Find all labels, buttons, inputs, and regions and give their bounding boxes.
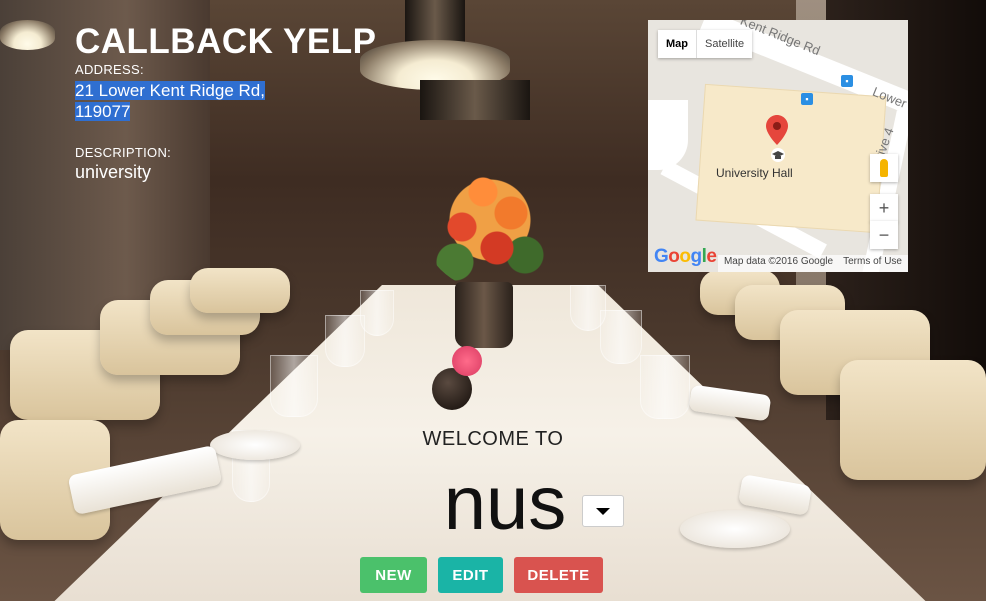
place-dropdown-button[interactable]: [582, 495, 625, 527]
zoom-in-button[interactable]: +: [870, 194, 898, 222]
terms-of-use-link[interactable]: Terms of Use: [843, 256, 902, 271]
action-buttons: NEW EDIT DELETE: [360, 557, 603, 593]
map-type-control: Map Satellite: [658, 30, 753, 58]
flower-arrangement: [420, 150, 560, 290]
bus-stop-icon[interactable]: ▪: [841, 75, 853, 87]
map-marker-label: University Hall: [716, 166, 793, 180]
edit-button[interactable]: EDIT: [438, 557, 503, 593]
wine-glass: [640, 355, 690, 419]
graduation-cap-icon: [771, 148, 785, 162]
place-name: nus: [443, 461, 567, 546]
rose: [452, 346, 482, 376]
map-data-credit: Map data ©2016 Google: [723, 256, 834, 267]
wine-glass: [270, 355, 318, 417]
caret-down-icon: [596, 507, 611, 515]
delete-button[interactable]: DELETE: [514, 557, 603, 593]
welcome-heading: WELCOME TO: [422, 428, 564, 450]
map-attribution: Map data ©2016 Google Terms of Use: [717, 255, 908, 272]
address-text: 21 Lower Kent Ridge Rd, 119077: [75, 81, 265, 121]
wine-glass: [360, 290, 394, 336]
zoom-out-button[interactable]: −: [870, 221, 898, 249]
description-value: university: [75, 162, 152, 182]
app-title: CALLBACK YELP: [75, 22, 377, 61]
place-selector: nus: [0, 462, 986, 546]
bus-stop-icon[interactable]: ▪: [801, 93, 813, 105]
wine-glass: [325, 315, 365, 367]
google-logo[interactable]: Google: [654, 246, 717, 268]
map-marker-icon[interactable]: [766, 115, 788, 145]
location-map[interactable]: Kent Ridge Rd Lower Drive 4 Map Satellit…: [648, 20, 908, 272]
new-button[interactable]: NEW: [360, 557, 427, 593]
chair: [190, 268, 290, 313]
map-type-map-button[interactable]: Map: [658, 30, 697, 58]
map-road: [648, 100, 688, 170]
description-label: DESCRIPTION:: [75, 145, 172, 160]
wine-glass: [600, 310, 642, 364]
address-value: 21 Lower Kent Ridge Rd, 119077: [75, 80, 315, 122]
wine-glass: [570, 285, 606, 331]
lamp-stem: [420, 80, 530, 120]
map-type-satellite-button[interactable]: Satellite: [697, 30, 752, 58]
pendant-lamp: [0, 20, 55, 50]
address-label: ADDRESS:: [75, 62, 144, 77]
street-view-pegman-icon[interactable]: [870, 154, 898, 182]
vase: [455, 282, 513, 348]
map-campus-area: [695, 83, 887, 234]
